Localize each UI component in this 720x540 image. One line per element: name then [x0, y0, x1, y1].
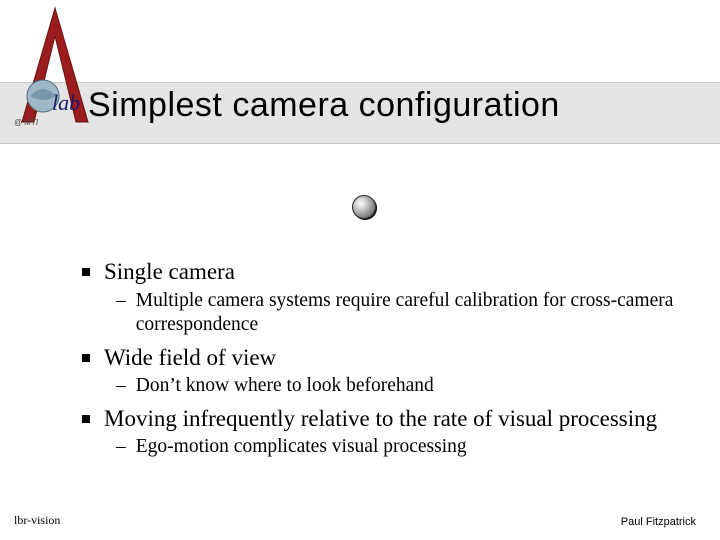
slide: Simplest camera configuration lab @ MTI …: [0, 0, 720, 540]
bullet-text: Moving infrequently relative to the rate…: [104, 405, 657, 434]
bullet-text: Single camera: [104, 258, 235, 287]
list-item: Moving infrequently relative to the rate…: [82, 405, 680, 460]
logo-word: lab: [52, 90, 80, 115]
footer-right: Paul Fitzpatrick: [621, 516, 696, 528]
camera-lens-icon: [352, 195, 376, 219]
sub-list-item: – Don’t know where to look beforehand: [116, 374, 680, 398]
logo-tag: @ MTI: [14, 118, 38, 127]
bullet-text: Wide field of view: [104, 344, 276, 373]
list-item: Wide field of view – Don’t know where to…: [82, 344, 680, 399]
list-item: Single camera – Multiple camera systems …: [82, 258, 680, 338]
sub-bullet-text: Ego-motion complicates visual processing: [136, 435, 467, 459]
sub-bullet-text: Don’t know where to look beforehand: [136, 374, 434, 398]
slide-title: Simplest camera configuration: [88, 86, 560, 125]
footer-left: lbr-vision: [14, 513, 60, 528]
dash-bullet-icon: –: [116, 374, 126, 398]
square-bullet-icon: [82, 268, 90, 276]
dash-bullet-icon: –: [116, 435, 126, 459]
square-bullet-icon: [82, 354, 90, 362]
content-area: Single camera – Multiple camera systems …: [82, 258, 680, 466]
square-bullet-icon: [82, 415, 90, 423]
dash-bullet-icon: –: [116, 289, 126, 313]
sub-list-item: – Multiple camera systems require carefu…: [116, 289, 680, 338]
bullet-list: Single camera – Multiple camera systems …: [82, 258, 680, 460]
sub-bullet-text: Multiple camera systems require careful …: [136, 289, 680, 338]
sub-list-item: – Ego-motion complicates visual processi…: [116, 435, 680, 459]
